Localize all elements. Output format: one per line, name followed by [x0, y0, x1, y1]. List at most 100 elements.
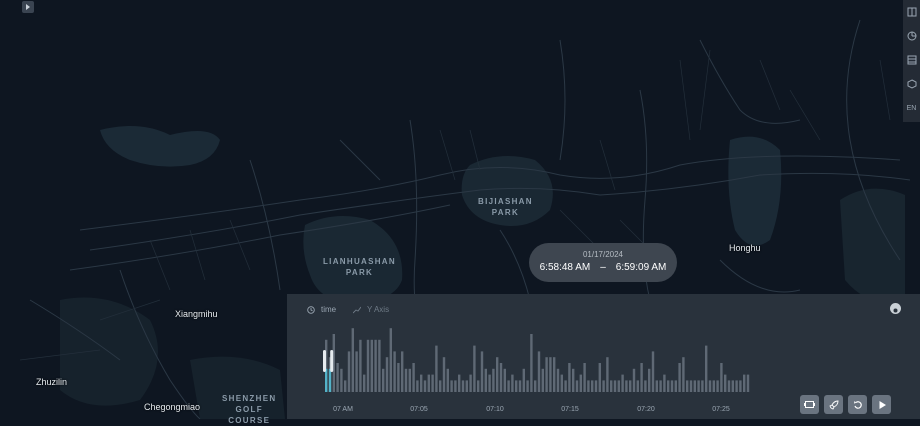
histogram-bar — [697, 380, 700, 392]
histogram-bar — [507, 380, 510, 392]
histogram-bar — [473, 345, 476, 392]
histogram-bar — [469, 374, 472, 392]
histogram-bar — [370, 339, 373, 392]
histogram-bar — [621, 374, 624, 392]
expand-sidebar-button[interactable] — [22, 1, 34, 13]
timeline-tick-label: 07:15 — [561, 406, 579, 413]
histogram-bar — [503, 368, 506, 392]
histogram-bar — [412, 363, 415, 392]
place-label-xiangmihu: Xiangmihu — [175, 309, 218, 319]
histogram-bar — [499, 363, 503, 392]
water-area — [728, 136, 782, 246]
histogram-bar — [731, 380, 734, 392]
language-button[interactable]: EN — [903, 96, 920, 120]
time-range: 6:58:48 AM –6:59:09 AM — [529, 262, 677, 273]
place-label-chegongmiao: Chegongmiao — [144, 402, 201, 412]
time-brush-handle[interactable] — [323, 350, 326, 372]
histogram-bar — [534, 380, 537, 392]
histogram-bar — [363, 374, 366, 392]
histogram-bar — [632, 368, 636, 392]
histogram-bar — [355, 351, 358, 392]
range-start-time: 6:58:48 AM — [539, 262, 591, 273]
histogram-bar — [648, 368, 651, 392]
histogram-bar — [442, 357, 446, 392]
histogram-bar — [351, 328, 354, 392]
histogram-bar — [484, 368, 487, 392]
histogram-bar — [359, 339, 362, 392]
toggle-layers-button[interactable] — [903, 0, 920, 24]
table-icon — [907, 55, 916, 65]
histogram-bar — [526, 380, 529, 392]
histogram-bar — [545, 357, 548, 392]
histogram-bar — [347, 351, 351, 392]
histogram-bar — [720, 363, 723, 392]
histogram-bar — [663, 374, 666, 392]
histogram-bar — [629, 380, 632, 392]
histogram-bar — [693, 380, 696, 392]
place-label-honghu: Honghu — [729, 243, 761, 253]
histogram-bar — [461, 380, 465, 392]
histogram-bar — [716, 380, 719, 392]
loop-button[interactable] — [848, 395, 867, 414]
histogram-bar — [518, 380, 522, 392]
histogram-bar — [705, 345, 708, 392]
histogram-bar — [701, 380, 704, 392]
histogram-bar — [393, 351, 396, 392]
histogram-bar — [553, 357, 556, 392]
histogram-bar-selected — [328, 368, 332, 392]
play-button[interactable] — [872, 395, 891, 414]
range-end-time: 6:59:09 AM — [615, 262, 667, 273]
histogram-bar — [427, 374, 430, 392]
histogram-bar — [682, 357, 685, 392]
map-toolbar: EN — [903, 0, 920, 122]
histogram-bar — [537, 351, 541, 392]
park-label-lianhuashan: LIANHUASHAN PARK — [323, 257, 396, 277]
histogram-bar — [541, 368, 544, 392]
histogram-bar — [739, 380, 742, 392]
histogram-bar — [397, 363, 400, 392]
toggle-3d-button[interactable] — [903, 72, 920, 96]
histogram-bar — [613, 380, 617, 392]
histogram-bar — [579, 374, 582, 392]
timeline-panel: time Y Axis 07 AM 07:05 07:10 07:15 07:20 07:… — [287, 294, 920, 419]
toggle-charts-button[interactable] — [903, 24, 920, 48]
histogram-bar — [659, 380, 662, 392]
play-icon — [879, 400, 886, 409]
histogram-bar — [420, 374, 423, 392]
park-label-bijiashan: BIJIASHAN PARK — [478, 197, 533, 217]
histogram-bar — [575, 380, 579, 392]
histogram-bar — [651, 351, 655, 392]
timeline-tick-label: 07:25 — [712, 406, 730, 413]
histogram-bar — [667, 380, 670, 392]
histogram-bar — [408, 368, 411, 392]
rocket-icon — [828, 400, 838, 410]
histogram-bar — [644, 380, 647, 392]
histogram-bar — [336, 363, 339, 392]
histogram-bar — [439, 380, 442, 392]
timeline-tick-label: 07:05 — [410, 406, 428, 413]
place-label-zhuzilin: Zhuzilin — [36, 377, 68, 387]
histogram-bar — [625, 380, 628, 392]
histogram-bar — [686, 380, 689, 392]
histogram-bar — [689, 380, 693, 392]
speed-button[interactable] — [824, 395, 843, 414]
frame-icon — [804, 401, 815, 408]
frame-button[interactable] — [800, 395, 819, 414]
histogram-bar — [583, 363, 586, 392]
histogram-bar — [450, 380, 453, 392]
histogram-bar — [465, 380, 468, 392]
histogram-bar — [404, 368, 408, 392]
toggle-table-button[interactable] — [903, 48, 920, 72]
histogram-bar — [564, 380, 567, 392]
histogram-bar — [568, 363, 571, 392]
histogram-bar — [746, 374, 750, 392]
histogram-bar — [549, 357, 552, 392]
timeline-tick-label: 07 AM — [333, 406, 353, 413]
histogram-bar — [435, 345, 438, 392]
histogram-bar — [594, 380, 598, 392]
histogram-bar — [708, 380, 712, 392]
histogram-bar — [602, 380, 605, 392]
time-brush-handle[interactable] — [330, 350, 334, 372]
histogram-bar — [606, 357, 609, 392]
histogram-bar — [446, 368, 449, 392]
